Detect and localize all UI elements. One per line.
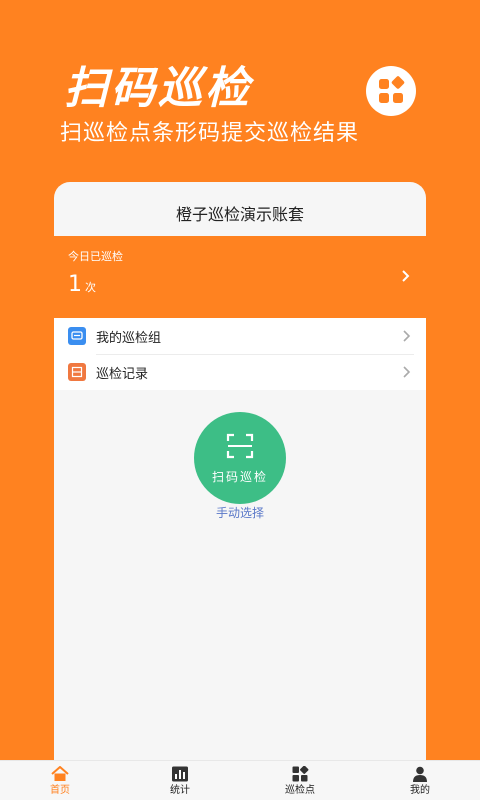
stats-count: 1次 xyxy=(68,270,96,303)
stats-label: 今日已巡检 xyxy=(68,250,123,263)
app-menu-button[interactable] xyxy=(366,66,416,116)
tab-label: 巡检点 xyxy=(285,785,315,796)
chart-icon xyxy=(172,766,188,782)
account-name: 橙子巡检演示账套 xyxy=(175,205,304,224)
tab-label: 统计 xyxy=(170,785,190,796)
grid-icon xyxy=(292,766,309,782)
tab-label: 我的 xyxy=(410,785,430,796)
chevron-right-icon xyxy=(403,366,411,378)
chevron-right-icon xyxy=(403,330,411,342)
grid-menu-icon xyxy=(379,76,405,103)
scan-label: 扫码巡检 xyxy=(211,470,268,484)
hero-title: 扫码巡检 xyxy=(64,63,252,114)
menu-item-label: 我的巡检组 xyxy=(96,330,162,346)
scan-inspect-button[interactable]: 扫码巡检 xyxy=(194,412,286,504)
hero-subtitle: 扫巡检点条形码提交巡检结果 xyxy=(60,121,360,146)
menu-item-my-groups[interactable]: 我的巡检组 xyxy=(54,318,426,354)
menu-item-label: 巡检记录 xyxy=(96,366,149,382)
chat-icon xyxy=(68,327,86,345)
manual-select-link[interactable]: 手动选择 xyxy=(54,504,426,521)
tab-checkpoints[interactable]: 巡检点 xyxy=(240,761,360,800)
chevron-right-icon xyxy=(398,266,414,286)
home-icon xyxy=(51,766,69,781)
scan-icon xyxy=(226,433,254,459)
stats-count-value: 1 xyxy=(68,272,82,297)
tab-label: 首页 xyxy=(50,785,70,796)
menu-list: 我的巡检组 巡检记录 xyxy=(54,318,426,390)
tab-me[interactable]: 我的 xyxy=(360,761,480,800)
stats-count-unit: 次 xyxy=(85,281,96,294)
user-icon xyxy=(413,766,427,782)
main-card: 橙子巡检演示账套 今日已巡检 1次 我的巡检组 巡检记录 扫码巡检 手动选择 xyxy=(54,182,426,760)
bottom-tab-bar: 首页 统计 巡检点 我的 xyxy=(0,760,480,800)
tab-stats[interactable]: 统计 xyxy=(120,761,240,800)
menu-item-records[interactable]: 巡检记录 xyxy=(54,354,426,390)
list-icon xyxy=(68,363,86,381)
tab-home[interactable]: 首页 xyxy=(0,761,120,800)
today-stats-panel[interactable]: 今日已巡检 1次 xyxy=(54,236,426,318)
